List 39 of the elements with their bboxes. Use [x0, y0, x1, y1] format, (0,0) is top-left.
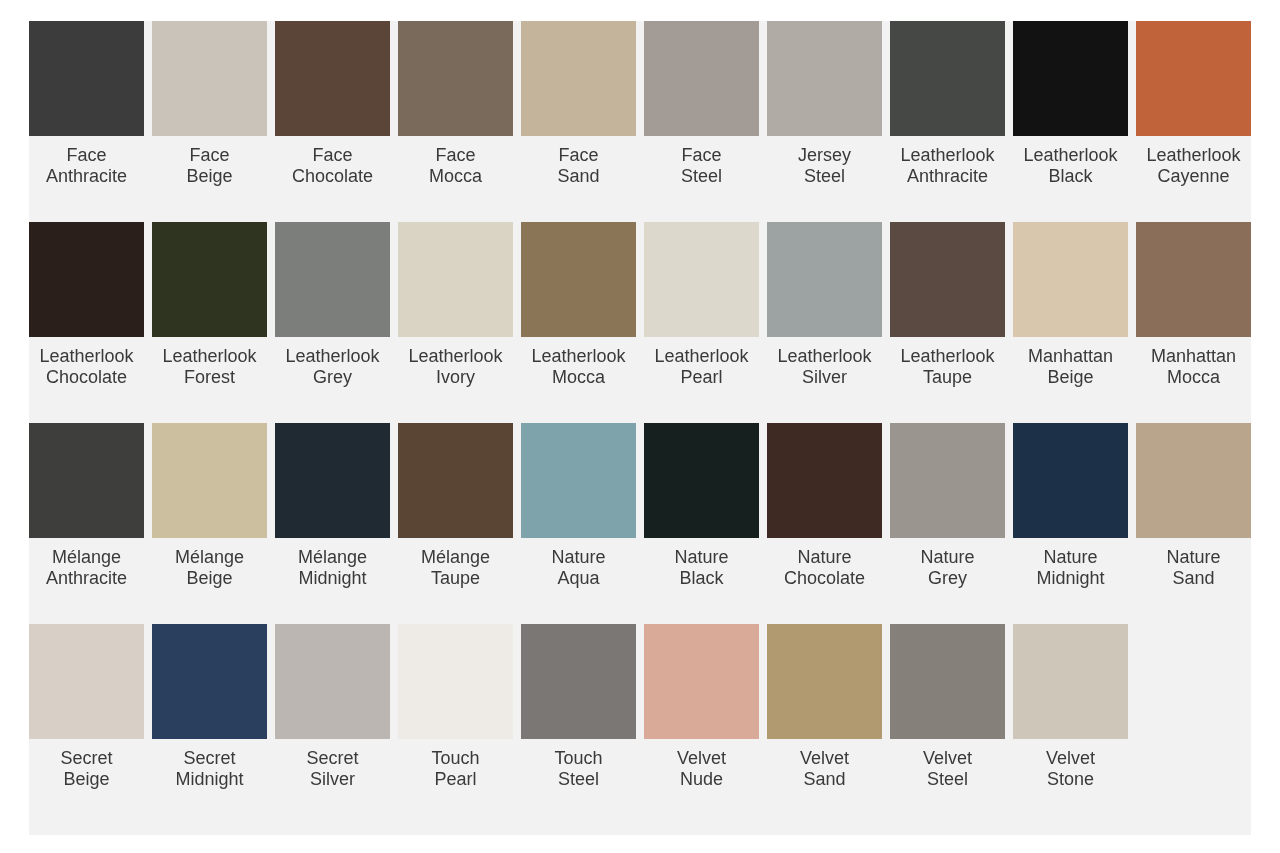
swatch-label: Face Anthracite — [45, 145, 127, 187]
swatch-label: Mélange Anthracite — [45, 547, 127, 589]
swatch-label: Face Chocolate — [291, 145, 374, 187]
swatch-label: Face Mocca — [429, 145, 482, 187]
swatch-label: Velvet Sand — [799, 748, 849, 790]
swatch-label: Secret Midnight — [175, 748, 244, 790]
swatch-label: Jersey Steel — [798, 145, 851, 187]
swatch-label: Leatherlook Ivory — [408, 346, 503, 388]
swatch-label: Leatherlook Cayenne — [1146, 145, 1241, 187]
swatch-label: Mélange Midnight — [297, 547, 367, 589]
swatch-label: Leatherlook Grey — [285, 346, 380, 388]
swatch-label: Nature Aqua — [551, 547, 606, 589]
swatch-label: Leatherlook Mocca — [531, 346, 626, 388]
swatch-label: Mélange Beige — [174, 547, 244, 589]
swatch-label: Touch Pearl — [431, 748, 480, 790]
swatch-label: Touch Steel — [554, 748, 603, 790]
swatch-label: Manhattan Beige — [1027, 346, 1114, 388]
swatch-label: Manhattan Mocca — [1150, 346, 1237, 388]
swatch-label: Leatherlook Taupe — [900, 346, 995, 388]
swatch-label: Velvet Stone — [1045, 748, 1095, 790]
swatch-label: Face Beige — [186, 145, 233, 187]
swatch-label: Velvet Steel — [922, 748, 972, 790]
swatch-label: Mélange Taupe — [420, 547, 490, 589]
swatch-label: Nature Chocolate — [783, 547, 866, 589]
swatch-label: Nature Midnight — [1036, 547, 1105, 589]
swatch-label: Secret Beige — [60, 748, 113, 790]
swatch-label: Velvet Nude — [676, 748, 726, 790]
swatch-label: Leatherlook Chocolate — [39, 346, 134, 388]
swatch-label: Secret Silver — [306, 748, 359, 790]
swatch-label: Nature Black — [674, 547, 729, 589]
swatch-label: Leatherlook Silver — [777, 346, 872, 388]
swatch-label: Leatherlook Forest — [162, 346, 257, 388]
swatch-label: Face Steel — [681, 145, 722, 187]
swatch-label: Nature Sand — [1166, 547, 1221, 589]
swatch-label: Leatherlook Pearl — [654, 346, 749, 388]
swatch-label: Leatherlook Anthracite — [900, 145, 995, 187]
swatch-label: Nature Grey — [920, 547, 975, 589]
swatch-label: Leatherlook Black — [1023, 145, 1118, 187]
swatch-label: Face Sand — [557, 145, 600, 187]
